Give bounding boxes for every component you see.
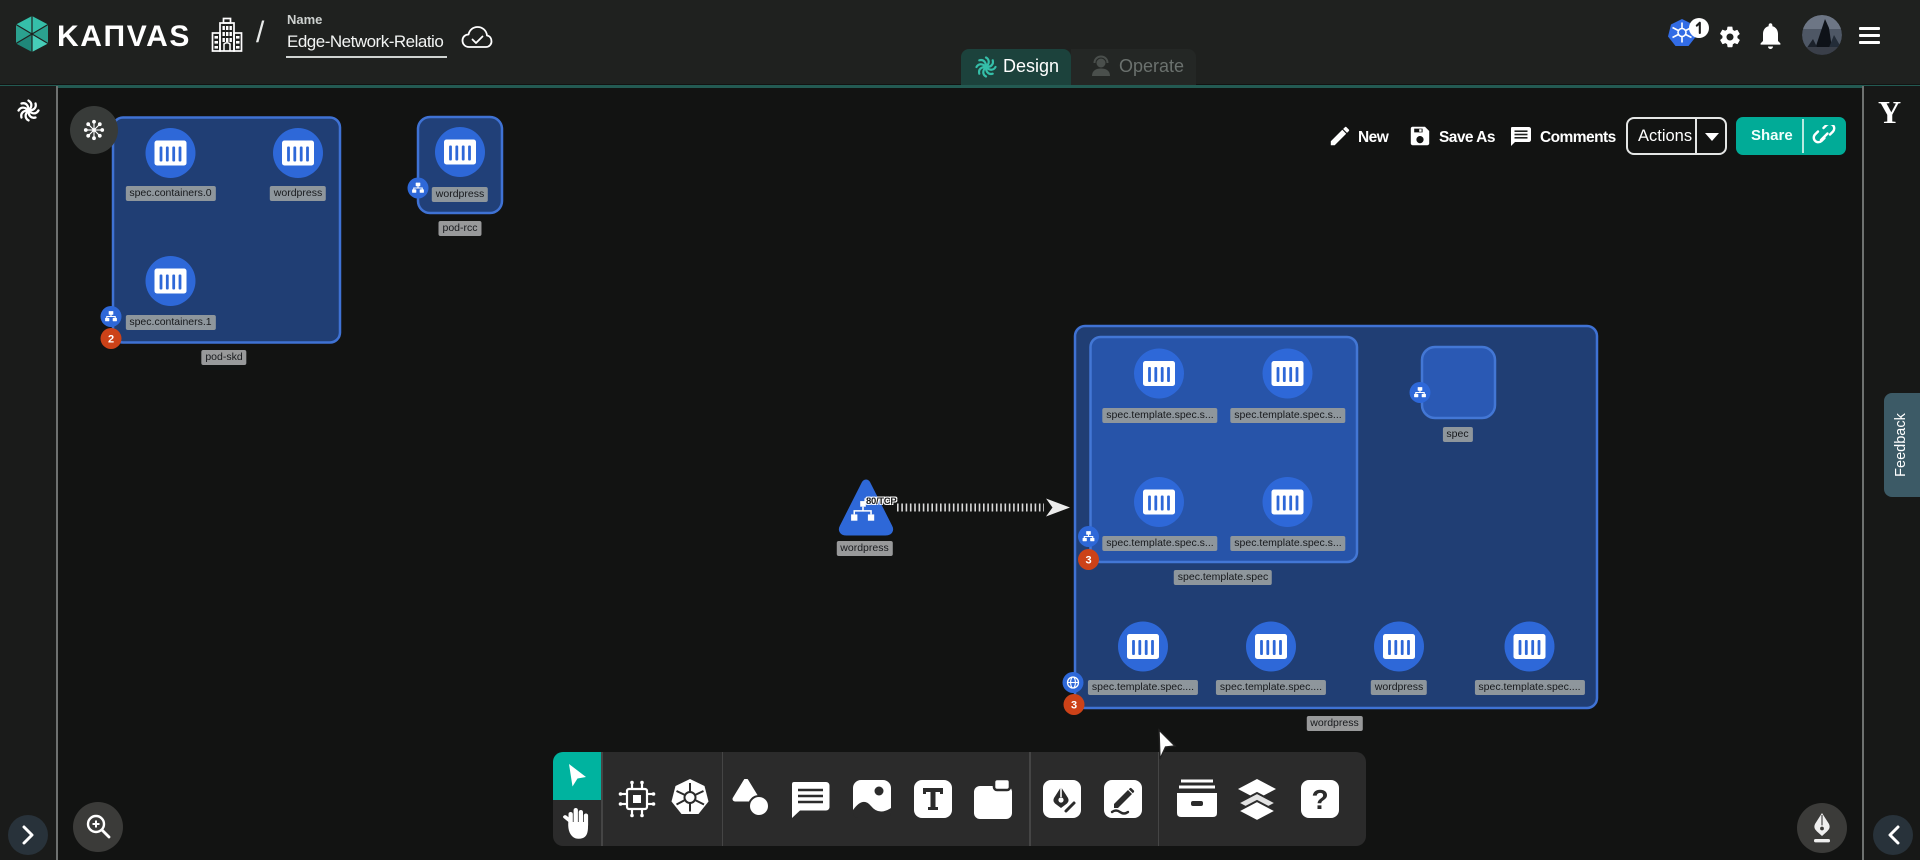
svg-text:3: 3: [1085, 555, 1091, 567]
svg-text:2: 2: [108, 334, 114, 346]
svg-text:?: ?: [1311, 784, 1328, 815]
svg-text:3: 3: [1071, 700, 1077, 712]
